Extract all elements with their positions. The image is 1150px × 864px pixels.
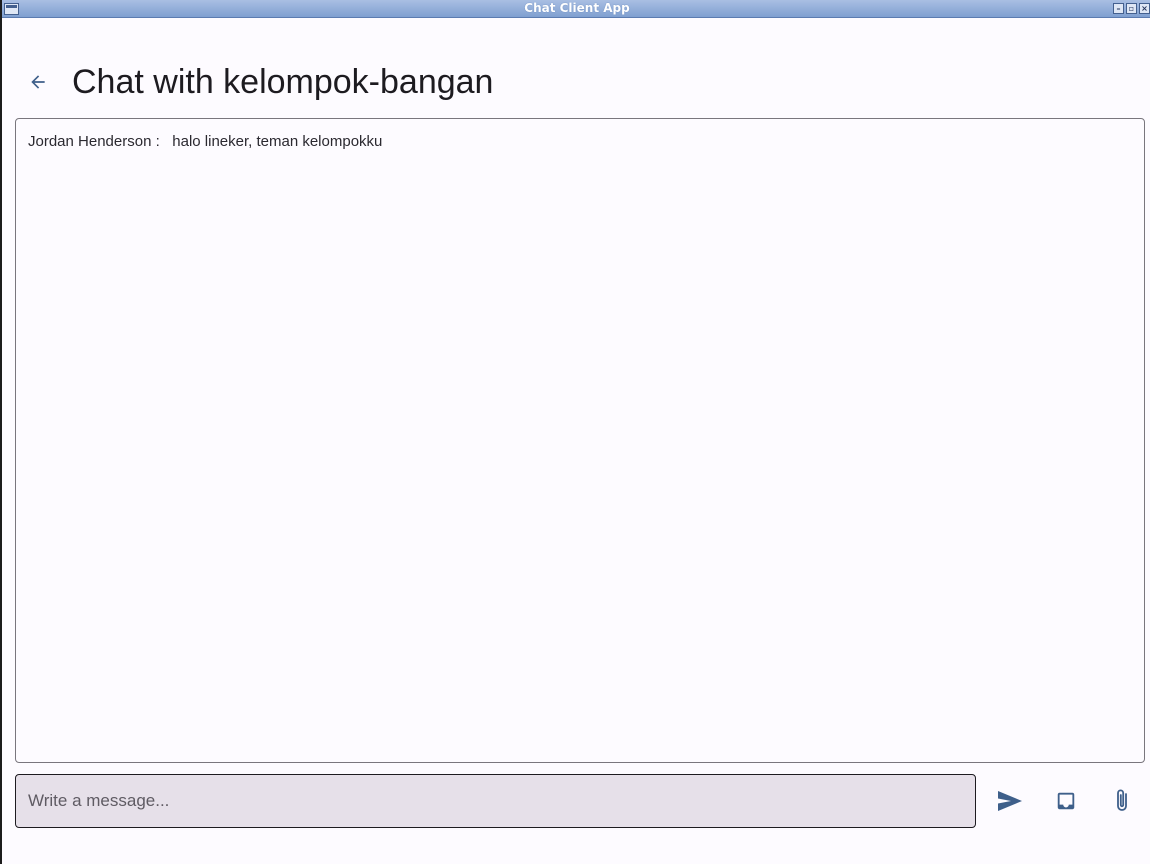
minimize-icon[interactable]: – [1113,3,1124,14]
message-composer [15,774,976,828]
message-sender: Jordan Henderson [28,133,152,150]
title-bar[interactable]: Chat Client App – ▫ × [2,0,1150,18]
message-item: Jordan Henderson : halo lineker, teman k… [28,133,1132,150]
page-title: Chat with kelompok-bangan [72,62,494,101]
close-icon[interactable]: × [1139,3,1150,14]
window-controls: – ▫ × [1113,3,1150,14]
back-button[interactable] [24,68,52,96]
arrow-left-icon [31,75,45,89]
message-list[interactable]: Jordan Henderson : halo lineker, teman k… [15,118,1145,763]
chat-header: Chat with kelompok-bangan [24,60,493,104]
composer-actions [990,786,1142,816]
maximize-icon[interactable]: ▫ [1126,3,1137,14]
paperclip-icon [1117,789,1127,811]
inbox-button[interactable] [1046,786,1086,816]
app-window: Chat Client App – ▫ × Chat with kelompok… [0,0,1150,864]
send-button[interactable] [990,786,1030,816]
attach-button[interactable] [1102,786,1142,816]
message-separator: : [151,133,173,150]
inbox-icon [1057,792,1075,810]
send-icon [998,791,1022,811]
window-title: Chat Client App [524,1,630,15]
message-text: halo lineker, teman kelompokku [172,133,383,150]
message-input[interactable] [15,774,976,828]
